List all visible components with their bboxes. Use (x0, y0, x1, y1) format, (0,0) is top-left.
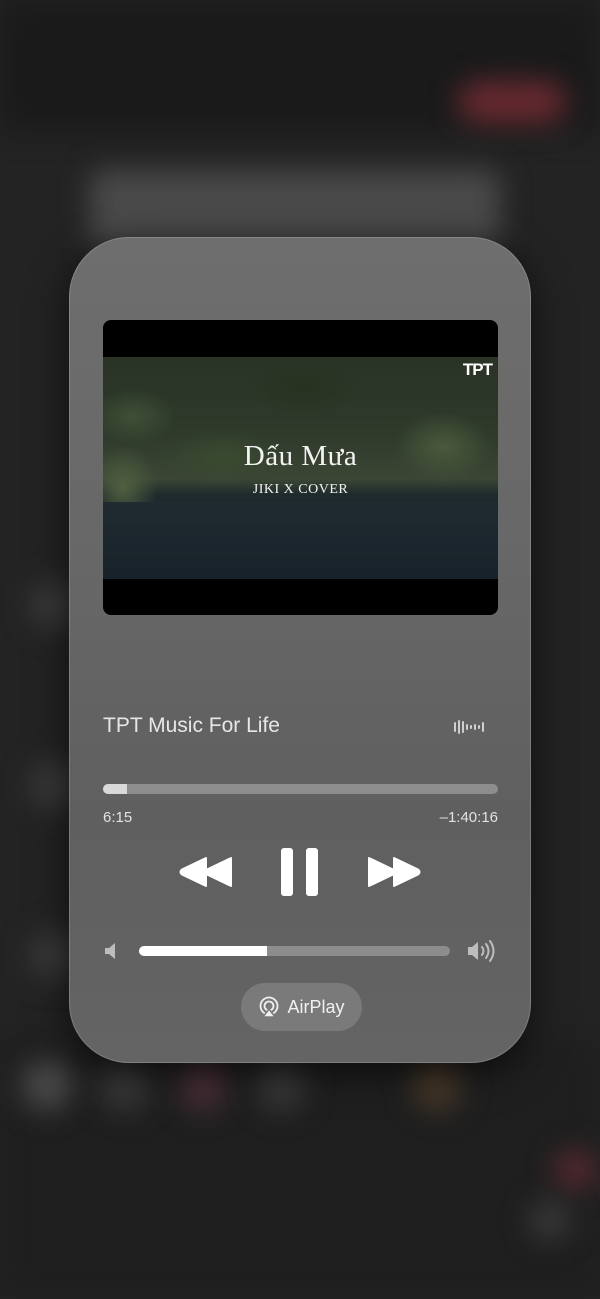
background-icon (555, 1150, 595, 1190)
volume-high-icon (468, 940, 495, 962)
backward-icon (179, 857, 232, 887)
forward-icon (368, 857, 421, 887)
video-song-title: Dấu Mưa (243, 440, 358, 472)
background-icon (256, 1060, 306, 1110)
audio-bars-icon (454, 720, 486, 734)
airplay-label: AirPlay (287, 996, 345, 1017)
background-icon (412, 1060, 462, 1110)
playback-controls (0, 840, 600, 904)
volume-slider-fill (139, 946, 267, 956)
elapsed-time: 6:15 (103, 809, 133, 826)
lake-image (103, 502, 498, 579)
volume-low-icon (105, 943, 115, 959)
video-artwork[interactable]: TPT Dấu Mưa JIKI X COVER (103, 320, 498, 615)
track-title: TPT Music For Life (103, 714, 280, 737)
playback-progress-fill (103, 784, 127, 794)
volume-slider[interactable] (139, 946, 450, 956)
background-icon (178, 1060, 228, 1110)
background-icon (100, 1060, 150, 1110)
video-artist-line: JIKI X COVER (252, 482, 349, 497)
background-icon (22, 1060, 72, 1110)
background-icon (530, 1200, 570, 1240)
airplay-icon (260, 996, 279, 1018)
pause-button[interactable] (279, 840, 321, 904)
remaining-time: –1:40:16 (439, 809, 498, 826)
background-button (458, 82, 566, 122)
channel-logo: TPT (462, 360, 493, 379)
airplay-button[interactable]: AirPlay (241, 983, 362, 1031)
rewind-button[interactable] (178, 840, 234, 904)
pause-icon (281, 848, 318, 896)
playback-progress-bar[interactable] (103, 784, 498, 794)
forward-button[interactable] (366, 840, 422, 904)
